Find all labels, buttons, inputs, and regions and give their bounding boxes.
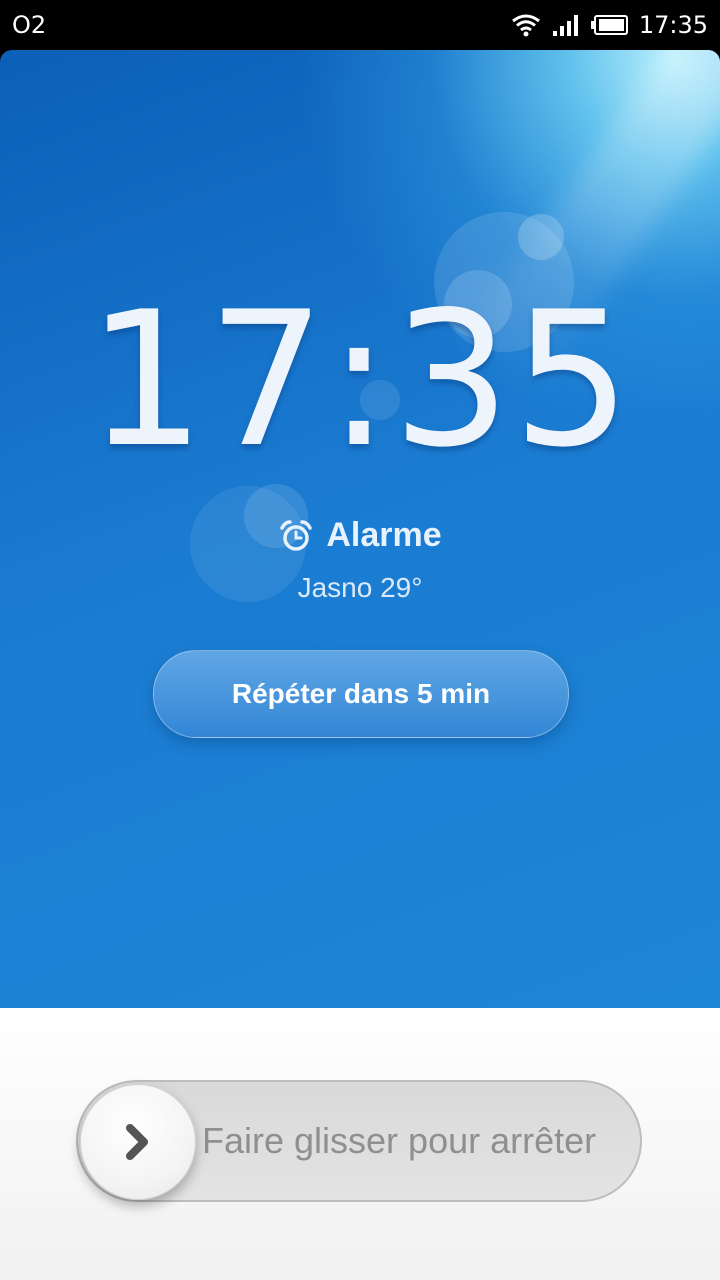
- carrier-name: O2: [12, 11, 47, 39]
- status-time: 17:35: [638, 11, 708, 39]
- dismiss-area: Faire glisser pour arrêter: [0, 1008, 720, 1280]
- signal-icon: [552, 15, 578, 36]
- battery-icon: [590, 15, 628, 35]
- status-bar: O2 17:35: [0, 0, 720, 50]
- dismiss-slider-text: Faire glisser pour arrêter: [202, 1120, 597, 1161]
- snooze-button[interactable]: Répéter dans 5 min: [153, 650, 569, 738]
- alarm-panel: 17:35 Alarme Jasno 29° Répéter dans 5 mi…: [0, 50, 720, 1008]
- dismiss-slider-knob[interactable]: [80, 1084, 196, 1200]
- chevron-right-icon: [126, 1124, 148, 1160]
- status-icons: 17:35: [511, 11, 708, 39]
- alarm-label: Alarme: [326, 516, 442, 554]
- bokeh-circle: [518, 214, 564, 260]
- weather-info: Jasno 29°: [297, 572, 423, 603]
- wifi-icon: [511, 14, 540, 37]
- alarm-clock-icon: [280, 519, 313, 551]
- alarm-time: 17:35: [86, 271, 634, 488]
- alarm-label-row: Alarme: [0, 516, 720, 555]
